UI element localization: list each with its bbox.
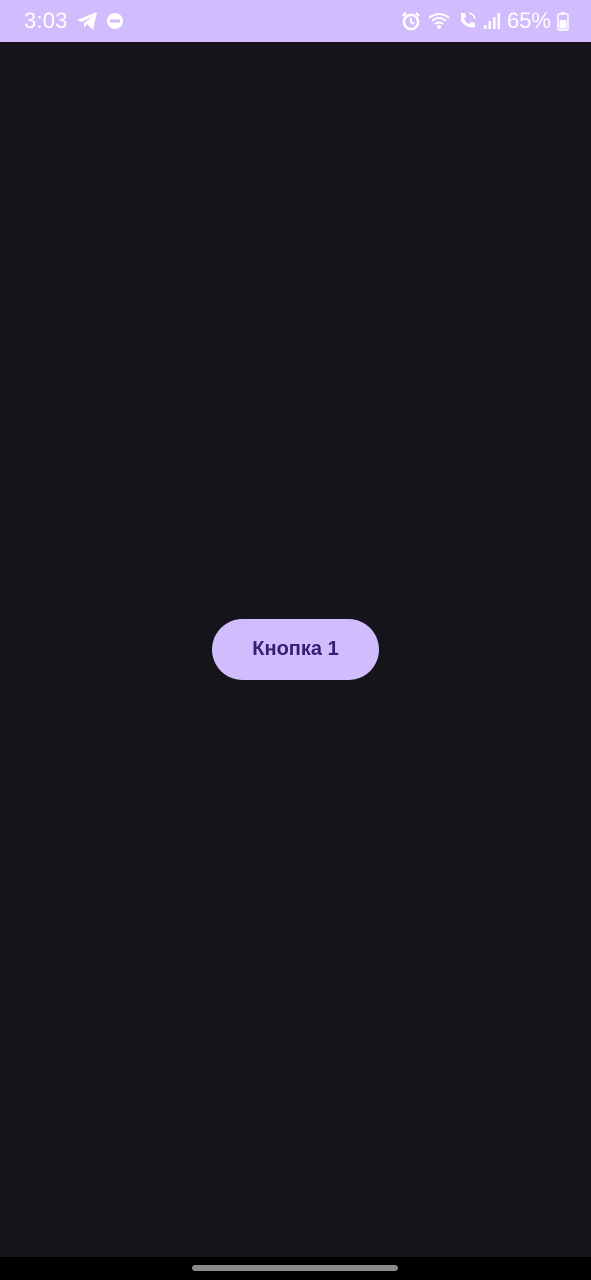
main-content: Кнопка 1	[0, 42, 591, 1257]
battery-icon	[557, 11, 569, 31]
app-screen: 3:03 65% Кнопка 1	[0, 0, 591, 1280]
telegram-icon	[76, 11, 98, 31]
button-1[interactable]: Кнопка 1	[212, 619, 379, 680]
status-bar: 3:03 65%	[0, 0, 591, 42]
status-clock: 3:03	[24, 8, 68, 33]
navigation-bar	[0, 1257, 591, 1280]
alarm-icon	[401, 11, 421, 31]
volte-call-icon	[457, 11, 477, 31]
wifi-calling-icon	[427, 11, 451, 31]
home-indicator[interactable]	[192, 1265, 398, 1271]
do-not-disturb-icon	[106, 12, 124, 30]
signal-icon	[483, 12, 501, 30]
status-bar-right: 65%	[401, 0, 569, 42]
battery-percent: 65%	[506, 8, 551, 33]
status-bar-left: 3:03	[24, 0, 124, 42]
